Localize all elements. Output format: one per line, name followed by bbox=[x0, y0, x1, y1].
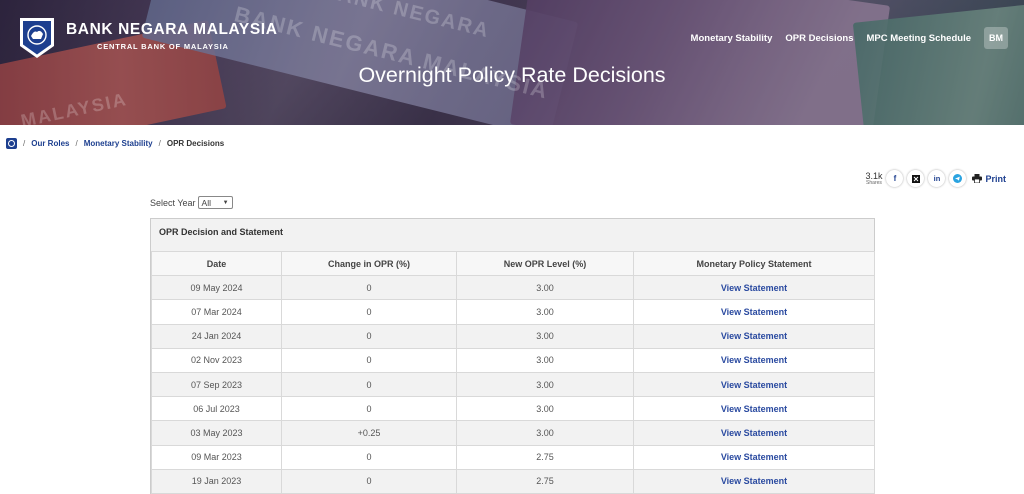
view-statement-link[interactable]: View Statement bbox=[721, 307, 787, 317]
table-header-row: Date Change in OPR (%) New OPR Level (%)… bbox=[151, 250, 875, 277]
view-statement-link[interactable]: View Statement bbox=[721, 355, 787, 365]
view-statement-link[interactable]: View Statement bbox=[721, 452, 787, 462]
date-cell: 24 Jan 2024 bbox=[151, 323, 282, 349]
telegram-icon[interactable] bbox=[949, 170, 967, 187]
opr-table-panel: OPR Decision and Statement Date Change i… bbox=[150, 218, 875, 494]
view-statement-link[interactable]: View Statement bbox=[721, 380, 787, 390]
view-statement-link[interactable]: View Statement bbox=[721, 283, 787, 293]
table-row: 09 Mar 2023 0 2.75 View Statement bbox=[151, 444, 875, 470]
table-row: 24 Jan 2024 0 3.00 View Statement bbox=[151, 323, 875, 349]
page-title: Overnight Policy Rate Decisions bbox=[358, 63, 666, 87]
breadcrumb-current: OPR Decisions bbox=[166, 139, 225, 148]
year-filter-label: Select Year bbox=[150, 197, 196, 208]
change-cell: 0 bbox=[281, 275, 457, 301]
year-select[interactable]: All ▼ bbox=[197, 196, 233, 209]
change-cell: 0 bbox=[281, 371, 457, 398]
table-row: 07 Sep 2023 0 3.00 View Statement bbox=[151, 371, 875, 398]
breadcrumb-our-roles[interactable]: Our Roles bbox=[31, 139, 69, 148]
printer-icon bbox=[972, 174, 983, 183]
share-bar: 3.1k Shares f in Print bbox=[865, 170, 1006, 187]
level-cell: 3.00 bbox=[456, 371, 634, 398]
level-cell: 3.00 bbox=[456, 347, 634, 373]
level-cell: 2.75 bbox=[456, 444, 634, 470]
date-cell: 07 Sep 2023 bbox=[151, 371, 282, 398]
column-header: Change in OPR (%) bbox=[281, 250, 457, 277]
level-cell: 2.75 bbox=[456, 468, 634, 494]
table-row: 03 May 2023 +0.25 3.00 View Statement bbox=[151, 420, 875, 446]
year-filter: Select Year All ▼ bbox=[150, 196, 233, 209]
brand-name: BANK NEGARA MALAYSIA bbox=[66, 21, 278, 38]
table-row: 19 Jan 2023 0 2.75 View Statement bbox=[151, 468, 875, 494]
level-cell: 3.00 bbox=[456, 299, 634, 325]
change-cell: 0 bbox=[281, 299, 457, 325]
nav-mpc-meeting-schedule[interactable]: MPC Meeting Schedule bbox=[866, 33, 971, 44]
column-header: Date bbox=[151, 250, 282, 277]
change-cell: 0 bbox=[281, 396, 457, 422]
share-count: 3.1k Shares bbox=[865, 170, 883, 186]
date-cell: 07 Mar 2024 bbox=[151, 299, 282, 325]
change-cell: 0 bbox=[281, 347, 457, 373]
date-cell: 09 May 2024 bbox=[151, 275, 282, 301]
column-header: Monetary Policy Statement bbox=[633, 250, 875, 277]
nav-monetary-stability[interactable]: Monetary Stability bbox=[691, 33, 773, 44]
level-cell: 3.00 bbox=[456, 420, 634, 446]
brand-subtitle: CENTRAL BANK OF MALAYSIA bbox=[97, 42, 229, 51]
breadcrumb: / Our Roles / Monetary Stability / OPR D… bbox=[6, 138, 224, 149]
bnm-logo-icon[interactable] bbox=[18, 16, 56, 60]
change-cell: 0 bbox=[281, 323, 457, 349]
top-navigation: Monetary Stability OPR Decisions MPC Mee… bbox=[691, 27, 1008, 49]
table-title: OPR Decision and Statement bbox=[151, 219, 874, 251]
language-toggle-button[interactable]: BM bbox=[984, 27, 1008, 49]
view-statement-link[interactable]: View Statement bbox=[721, 331, 787, 341]
table-row: 06 Jul 2023 0 3.00 View Statement bbox=[151, 396, 875, 422]
home-icon[interactable] bbox=[6, 138, 17, 149]
linkedin-icon[interactable]: in bbox=[928, 170, 946, 187]
opr-table: Date Change in OPR (%) New OPR Level (%)… bbox=[151, 250, 875, 494]
date-cell: 19 Jan 2023 bbox=[151, 468, 282, 494]
facebook-icon[interactable]: f bbox=[886, 170, 904, 187]
date-cell: 02 Nov 2023 bbox=[151, 347, 282, 373]
table-row: 07 Mar 2024 0 3.00 View Statement bbox=[151, 299, 875, 325]
view-statement-link[interactable]: View Statement bbox=[721, 404, 787, 414]
change-cell: 0 bbox=[281, 444, 457, 470]
level-cell: 3.00 bbox=[456, 396, 634, 422]
level-cell: 3.00 bbox=[456, 323, 634, 349]
level-cell: 3.00 bbox=[456, 275, 634, 301]
brand: BANK NEGARA MALAYSIA CENTRAL BANK OF MAL… bbox=[66, 21, 278, 51]
chevron-down-icon: ▼ bbox=[222, 199, 229, 206]
date-cell: 03 May 2023 bbox=[151, 420, 282, 446]
breadcrumb-monetary-stability[interactable]: Monetary Stability bbox=[84, 139, 153, 148]
change-cell: 0 bbox=[281, 468, 457, 494]
view-statement-link[interactable]: View Statement bbox=[721, 476, 787, 486]
print-button[interactable]: Print bbox=[972, 174, 1006, 184]
x-icon[interactable] bbox=[907, 170, 925, 187]
date-cell: 09 Mar 2023 bbox=[151, 444, 282, 470]
table-row: 09 May 2024 0 3.00 View Statement bbox=[151, 275, 875, 301]
view-statement-link[interactable]: View Statement bbox=[721, 428, 787, 438]
nav-opr-decisions[interactable]: OPR Decisions bbox=[785, 33, 853, 44]
hero-banner: BANK NEGARA MALAYSIA MALAYSIA BANK NEGAR… bbox=[0, 0, 1024, 125]
column-header: New OPR Level (%) bbox=[456, 250, 634, 277]
change-cell: +0.25 bbox=[281, 420, 457, 446]
table-row: 02 Nov 2023 0 3.00 View Statement bbox=[151, 347, 875, 373]
date-cell: 06 Jul 2023 bbox=[151, 396, 282, 422]
